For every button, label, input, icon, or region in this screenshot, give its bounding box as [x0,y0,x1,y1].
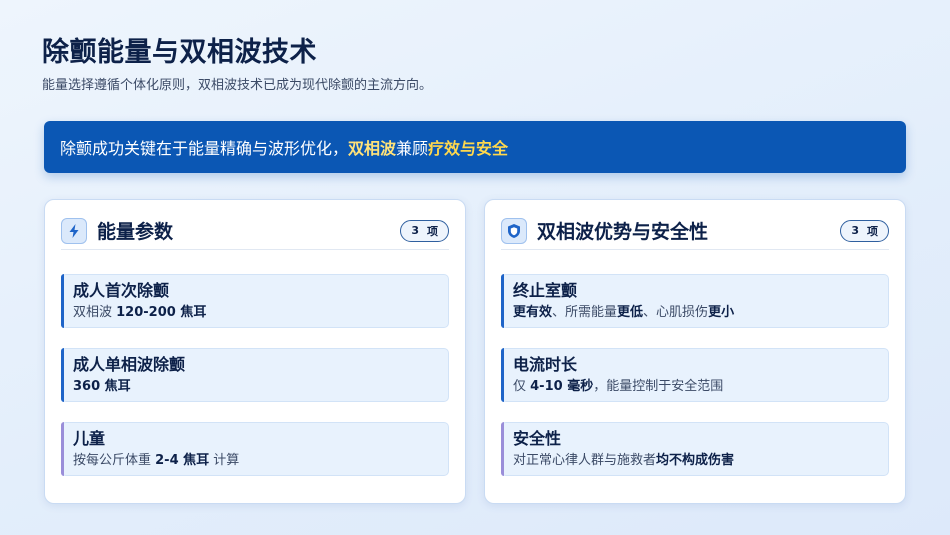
desc-text: 对正常心律人群与施救者 [513,453,657,468]
lightning-icon [61,217,87,244]
desc-emphasis: 4-10 毫秒 [530,379,594,394]
biphasic-advantages-card: 双相波优势与安全性 3 项 终止室颤 更有效、所需能量更低、心肌损伤更小 电流时… [484,199,906,504]
list-item: 终止室颤 更有效、所需能量更低、心肌损伤更小 [501,274,889,328]
count-badge: 3 项 [400,219,449,242]
badge-count: 3 [851,224,859,237]
desc-text: 按每公斤体重 [73,453,156,468]
list-item: 成人单相波除颤 360 焦耳 [61,348,449,402]
item-desc: 按每公斤体重 2-4 焦耳 计算 [73,450,448,472]
banner-highlight-biphasic: 双相波 [348,139,397,158]
card-title: 双相波优势与安全性 [537,221,709,243]
desc-emphasis: 更小 [708,305,735,320]
desc-text: 计算 [209,453,240,468]
banner-highlight-efficacy-safety: 疗效与安全 [428,139,509,158]
page-title: 除颤能量与双相波技术 [42,37,317,68]
desc-text: ，能量控制于安全范围 [593,379,724,394]
desc-text: 双相波 [73,305,117,320]
badge-unit: 项 [867,224,878,238]
item-desc: 仅 4-10 毫秒，能量控制于安全范围 [513,376,888,398]
item-title: 电流时长 [513,355,578,374]
item-desc: 更有效、所需能量更低、心肌损伤更小 [513,302,888,324]
desc-emphasis: 均不构成伤害 [656,453,735,468]
key-message-banner: 除颤成功关键在于能量精确与波形优化， 双相波 兼顾 疗效与安全 [44,121,906,173]
item-title: 儿童 [73,429,106,448]
banner-text-middle: 兼顾 [396,139,429,158]
desc-emphasis: 120-200 焦耳 [116,305,207,320]
list-item: 电流时长 仅 4-10 毫秒，能量控制于安全范围 [501,348,889,402]
card-header: 双相波优势与安全性 3 项 [501,212,889,250]
item-title: 安全性 [513,429,562,448]
desc-text: 仅 [513,379,531,394]
desc-emphasis: 更低 [617,305,644,320]
list-item: 成人首次除颤 双相波 120-200 焦耳 [61,274,449,328]
page-subtitle: 能量选择遵循个体化原则，双相波技术已成为现代除颤的主流方向。 [42,78,433,93]
item-desc: 360 焦耳 [73,376,448,398]
item-title: 成人首次除颤 [73,281,170,300]
count-badge: 3 项 [840,219,889,242]
badge-count: 3 [411,224,419,237]
list-item: 儿童 按每公斤体重 2-4 焦耳 计算 [61,422,449,476]
badge-unit: 项 [427,224,438,238]
item-desc: 对正常心律人群与施救者均不构成伤害 [513,450,888,472]
banner-text-prefix: 除颤成功关键在于能量精确与波形优化， [60,139,349,158]
item-title: 终止室颤 [513,281,578,300]
desc-text: 、心肌损伤 [643,305,709,320]
item-title: 成人单相波除颤 [73,355,186,374]
desc-emphasis: 更有效 [513,305,553,320]
energy-parameters-card: 能量参数 3 项 成人首次除颤 双相波 120-200 焦耳 成人单相波除颤 3… [44,199,466,504]
desc-emphasis: 360 焦耳 [73,379,131,394]
desc-emphasis: 2-4 焦耳 [155,453,210,468]
shield-icon [501,217,527,244]
list-item: 安全性 对正常心律人群与施救者均不构成伤害 [501,422,889,476]
item-desc: 双相波 120-200 焦耳 [73,302,448,324]
desc-text: 、所需能量 [552,305,618,320]
card-title: 能量参数 [97,221,174,243]
card-header: 能量参数 3 项 [61,212,449,250]
